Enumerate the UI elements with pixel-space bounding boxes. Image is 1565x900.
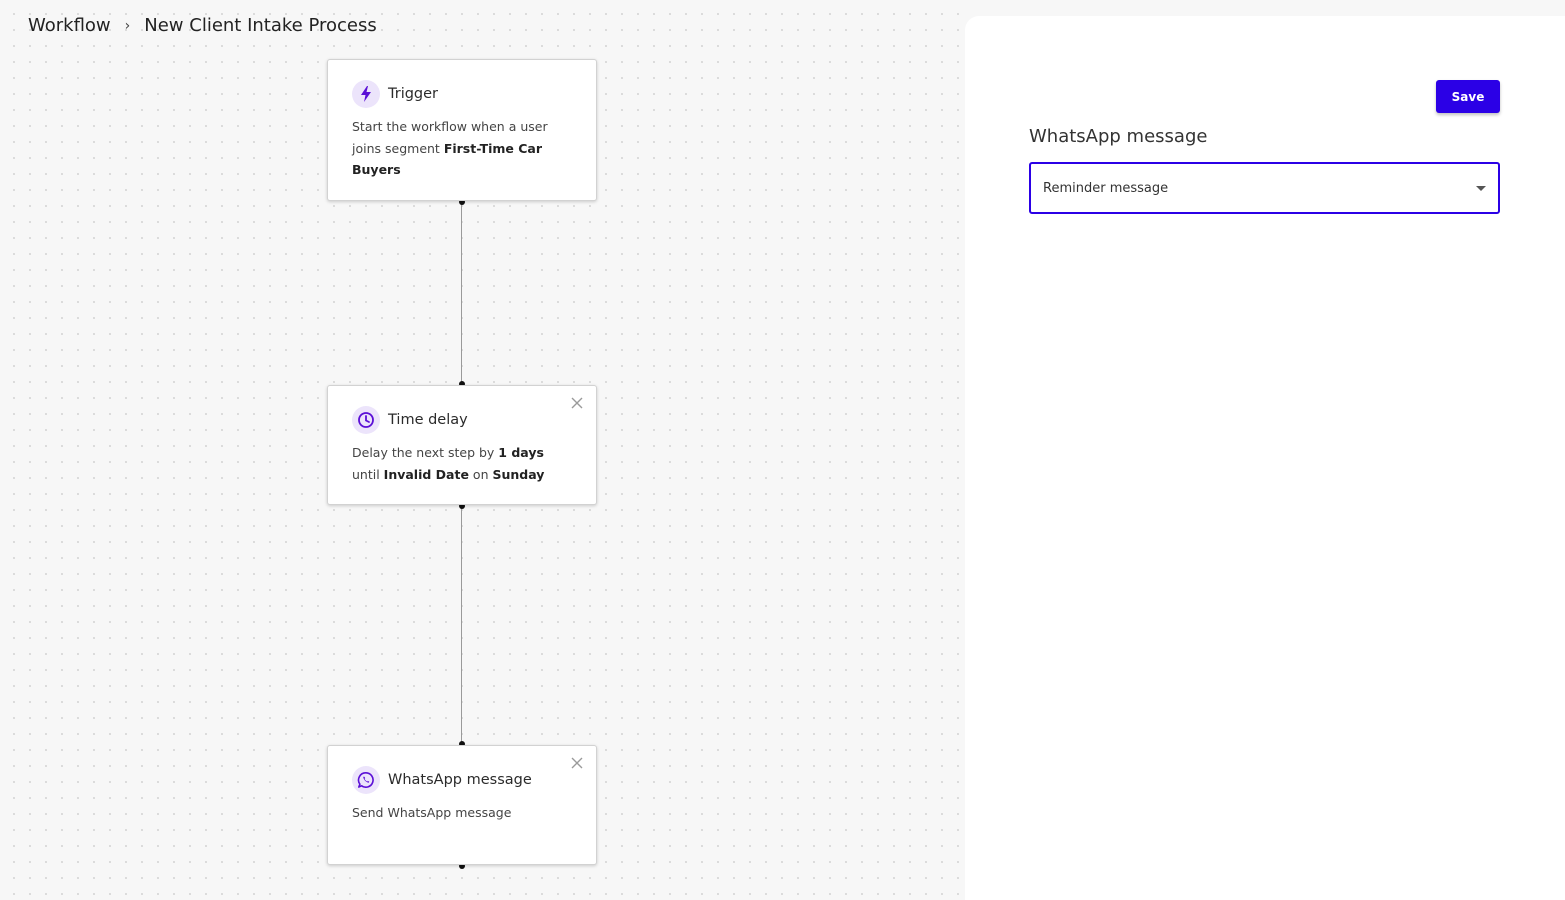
whatsapp-icon <box>352 766 380 794</box>
description-text: on <box>468 466 493 482</box>
workflow-canvas[interactable]: Workflow › New Client Intake Process Tri… <box>0 0 965 900</box>
node-title: Trigger <box>388 86 439 102</box>
description-text: until <box>352 466 384 482</box>
description-text: Delay the next step by <box>352 445 499 460</box>
caret-down-icon <box>1476 186 1486 191</box>
chevron-right-icon: › <box>124 17 131 34</box>
delay-day: Sunday <box>492 466 545 482</box>
clock-icon <box>352 406 380 434</box>
node-description: Send WhatsApp message <box>328 794 596 824</box>
breadcrumb-root[interactable]: Workflow <box>28 15 111 36</box>
lightning-icon <box>352 80 380 108</box>
panel-title: WhatsApp message <box>1029 126 1208 147</box>
select-value: Reminder message <box>1043 180 1169 196</box>
time-delay-node[interactable]: Time delay Delay the next step by 1 days… <box>327 385 597 505</box>
node-description: Delay the next step by 1 days until Inva… <box>328 434 596 485</box>
node-description: Start the workflow when a user joins seg… <box>328 108 596 181</box>
node-title: Time delay <box>388 412 468 428</box>
whatsapp-message-node[interactable]: WhatsApp message Send WhatsApp message <box>327 745 597 865</box>
description-text: Send WhatsApp message <box>352 805 512 820</box>
node-settings-panel: Save WhatsApp message Reminder message <box>965 16 1565 900</box>
breadcrumb: Workflow › New Client Intake Process <box>28 15 377 36</box>
node-title: WhatsApp message <box>388 772 532 788</box>
close-icon[interactable] <box>570 395 584 409</box>
trigger-node[interactable]: Trigger Start the workflow when a user j… <box>327 59 597 201</box>
delay-date: Invalid Date <box>383 466 469 482</box>
delay-amount: 1 days <box>498 445 544 460</box>
message-template-select[interactable]: Reminder message <box>1029 162 1500 214</box>
save-button[interactable]: Save <box>1436 80 1500 113</box>
connector-line <box>461 506 462 744</box>
breadcrumb-current: New Client Intake Process <box>144 15 377 36</box>
connector-line <box>461 202 462 384</box>
close-icon[interactable] <box>570 755 584 769</box>
